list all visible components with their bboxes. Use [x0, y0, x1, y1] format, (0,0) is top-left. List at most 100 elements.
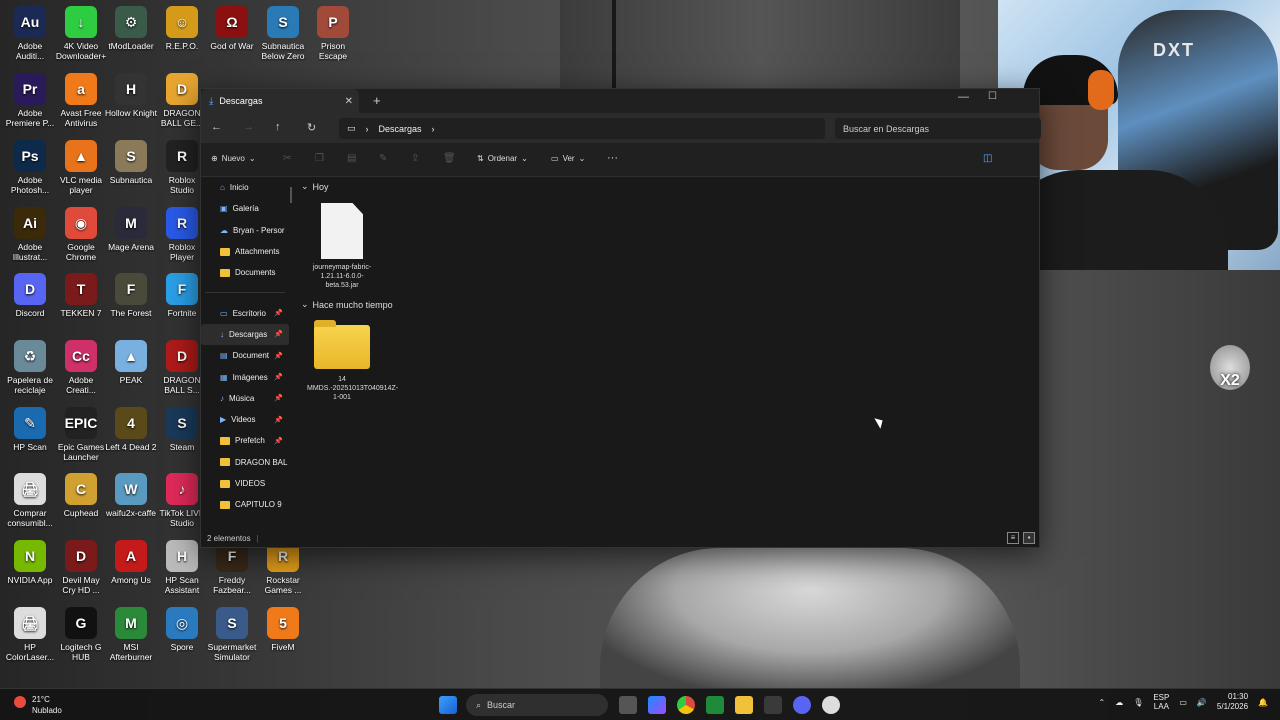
sidebar-item[interactable]: ⌂ Inicio	[201, 177, 289, 198]
desktop-icon[interactable]: ☺ R.E.P.O.	[156, 6, 208, 51]
file-item[interactable]: journeymap-fabric-1.21.11-6.0.0-beta.53.…	[307, 203, 377, 290]
excel-icon[interactable]	[706, 696, 724, 714]
sidebar-item[interactable]: DIRECTOS	[201, 515, 289, 521]
delete-icon[interactable]: 🗑	[443, 153, 456, 164]
desktop-icon[interactable]: R Rockstar Games ...	[257, 540, 309, 595]
sidebar-item[interactable]: CAPITULO 9	[201, 494, 289, 515]
pin-icon[interactable]: 📌	[274, 352, 283, 360]
rename-icon[interactable]: ✎	[379, 153, 387, 164]
tab-descargas[interactable]: ⤓ Descargas ✕	[201, 89, 359, 113]
sidebar-item[interactable]: ▦ Imágenes 📌	[201, 366, 289, 387]
forward-icon[interactable]: →	[243, 121, 254, 133]
copilot-icon[interactable]	[648, 696, 666, 714]
chrome-icon[interactable]	[677, 696, 695, 714]
pin-icon[interactable]: 📌	[274, 416, 283, 424]
microphone-icon[interactable]: 🎙	[1133, 698, 1143, 707]
sidebar-item[interactable]: ▤ Document 📌	[201, 345, 289, 366]
desktop-icon[interactable]: ♻ Papelera de reciclaje	[4, 340, 56, 395]
folder-item[interactable]: 14 MMDS.-20251013T040914Z-1-001	[307, 320, 398, 402]
new-button[interactable]: ⊕ Nuevo ⌄	[211, 154, 256, 163]
pane-scrollbar[interactable]	[290, 187, 292, 203]
pin-icon[interactable]: 📌	[274, 437, 283, 445]
up-icon[interactable]: ↑	[275, 121, 281, 133]
desktop-icon[interactable]: Au Adobe Auditi...	[4, 6, 56, 61]
desktop-icon[interactable]: 🖨 Comprar consumibl...	[4, 473, 56, 528]
taskbar-search[interactable]: ⌕ Buscar	[466, 694, 608, 716]
more-options-button[interactable]: ···	[607, 152, 618, 164]
desktop-icon[interactable]: S Subnautica	[105, 140, 157, 185]
desktop-icon[interactable]: H Hollow Knight	[105, 73, 157, 118]
paste-icon[interactable]: ▤	[347, 153, 356, 164]
desktop-icon[interactable]: Cc Adobe Creati...	[55, 340, 107, 395]
group-header-today[interactable]: ⌄ Hoy	[301, 181, 329, 192]
sidebar-item[interactable]: Documents	[201, 262, 289, 283]
search-input[interactable]: Buscar en Descargas	[835, 118, 1041, 139]
desktop-icon[interactable]: 5 FiveM	[257, 607, 309, 652]
volume-icon[interactable]: 🔊	[1197, 698, 1207, 707]
address-bar[interactable]: ▭ › Descargas ›	[339, 118, 825, 139]
desktop-icon[interactable]: Wwaifu2x-caffe	[105, 473, 157, 518]
sidebar-item[interactable]: ▭ Escritorio 📌	[201, 302, 289, 323]
details-view-icon[interactable]: ≡	[1007, 532, 1019, 544]
sidebar-item[interactable]: ▶ Videos 📌	[201, 409, 289, 430]
details-pane-icon[interactable]: ◫	[983, 153, 992, 164]
desktop-icon[interactable]: ✎ HP Scan	[4, 407, 56, 452]
desktop-icon[interactable]: S Subnautica Below Zero	[257, 6, 309, 61]
desktop-icon[interactable]: N NVIDIA App	[4, 540, 56, 585]
breadcrumb[interactable]: Descargas	[379, 124, 422, 134]
discord-icon[interactable]	[793, 696, 811, 714]
desktop-icon[interactable]: Ai Adobe Illustrat...	[4, 207, 56, 262]
desktop-icon[interactable]: A Among Us	[105, 540, 157, 585]
maximize-button[interactable]: ☐	[988, 91, 997, 102]
minimize-button[interactable]: —	[958, 91, 969, 103]
desktop-icon[interactable]: T TEKKEN 7	[55, 273, 107, 318]
desktop-icon[interactable]: H HP Scan Assistant	[156, 540, 208, 595]
desktop-icon[interactable]: S Supermarket Simulator	[206, 607, 258, 662]
sidebar-item[interactable]: ♪ Música 📌	[201, 388, 289, 409]
desktop-icon[interactable]: ▲ VLC media player	[55, 140, 107, 195]
desktop-icon[interactable]: G Logitech G HUB	[55, 607, 107, 662]
app-icon[interactable]	[822, 696, 840, 714]
desktop-icon[interactable]: Ω God of War	[206, 6, 258, 51]
onedrive-icon[interactable]: ☁	[1115, 698, 1123, 707]
sidebar-item[interactable]: DRAGON BAL	[201, 452, 289, 473]
network-icon[interactable]: ▭	[1179, 698, 1187, 707]
desktop-icon[interactable]: 🖨 HP ColorLaser...	[4, 607, 56, 662]
file-explorer-icon[interactable]	[735, 696, 753, 714]
desktop-icon[interactable]: ◎ Spore	[156, 607, 208, 652]
pin-icon[interactable]: 📌	[274, 373, 283, 381]
desktop-icon[interactable]: P Prison Escape Simulator D...	[307, 6, 359, 61]
clock[interactable]: 01:30 5/1/2026	[1217, 692, 1248, 712]
store-icon[interactable]	[764, 696, 782, 714]
cut-icon[interactable]: ✂	[283, 153, 291, 164]
desktop-icon[interactable]: ▲ PEAK	[105, 340, 157, 385]
sidebar-item[interactable]: ▣ Galería	[201, 198, 289, 219]
close-tab-icon[interactable]: ✕	[345, 96, 353, 107]
desktop-icon[interactable]: D Devil May Cry HD ...	[55, 540, 107, 595]
desktop-icon[interactable]: ⚙ tModLoader	[105, 6, 157, 51]
pin-icon[interactable]: 📌	[274, 394, 283, 402]
desktop-icon[interactable]: Pr Adobe Premiere P...	[4, 73, 56, 128]
chevron-up-icon[interactable]: ⌃	[1098, 698, 1105, 707]
desktop-icon[interactable]: 4 Left 4 Dead 2	[105, 407, 157, 452]
view-button[interactable]: ▭ Ver ⌄	[551, 154, 585, 163]
desktop-icon[interactable]: Ps Adobe Photosh...	[4, 140, 56, 195]
pin-icon[interactable]: 📌	[274, 309, 283, 317]
notification-icon[interactable]: 🔔	[1258, 698, 1268, 707]
share-icon[interactable]: ⇪	[411, 153, 419, 164]
sidebar-item[interactable]: Attachments	[201, 241, 289, 262]
copy-icon[interactable]: ❐	[315, 153, 324, 164]
desktop-icon[interactable]: M MSI Afterburner	[105, 607, 157, 662]
start-button-icon[interactable]	[439, 696, 457, 714]
desktop-icon[interactable]: ↓ 4K Video Downloader+	[55, 6, 107, 61]
new-tab-button[interactable]: +	[373, 93, 381, 108]
sidebar-item[interactable]: ↓ Descargas 📌	[201, 323, 289, 346]
desktop-icon[interactable]: F The Forest	[105, 273, 157, 318]
language-indicator[interactable]: ESP LAA	[1153, 693, 1169, 711]
desktop-icon[interactable]: F Freddy Fazbear...	[206, 540, 258, 595]
pin-icon[interactable]: 📌	[274, 330, 283, 338]
weather-widget[interactable]: 21°C Nublado	[10, 694, 62, 716]
desktop-icon[interactable]: D Discord	[4, 273, 56, 318]
sidebar-item[interactable]: VIDEOS	[201, 473, 289, 494]
desktop-icon[interactable]: a Avast Free Antivirus	[55, 73, 107, 128]
